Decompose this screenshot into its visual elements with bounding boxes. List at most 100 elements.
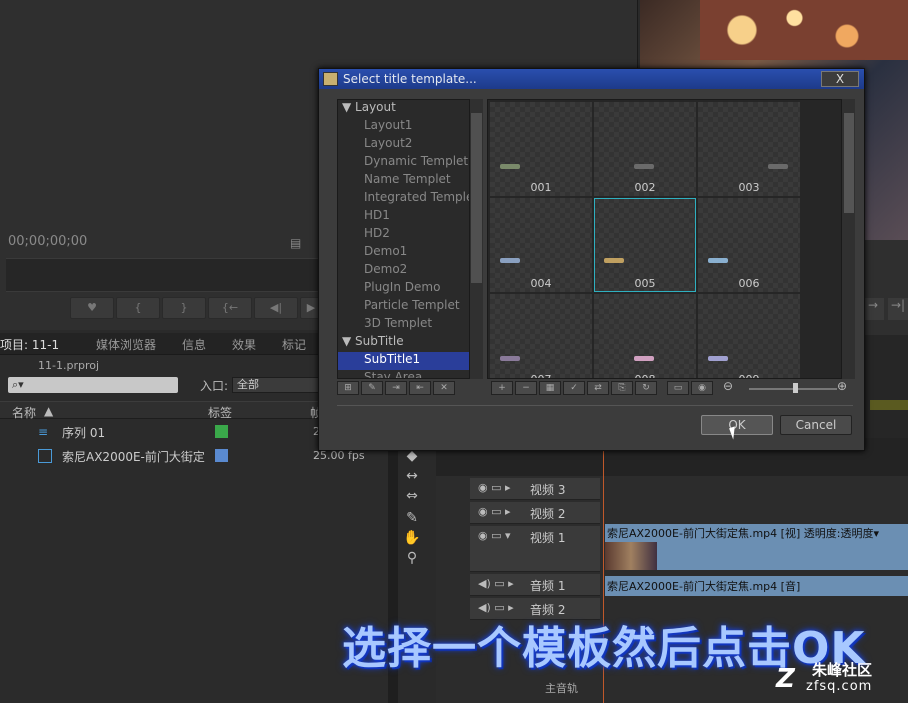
remove-template-button[interactable]: − <box>515 381 537 395</box>
in-select[interactable]: 全部 <box>232 377 322 393</box>
track-label: 视频 3 <box>530 483 566 497</box>
template-thumbnail[interactable]: 004 <box>490 198 592 292</box>
add-template-button[interactable]: + <box>491 381 513 395</box>
tab-markers[interactable]: 标记 <box>282 336 306 353</box>
move-template-button[interactable]: ⇄ <box>587 381 609 395</box>
slip-tool-icon[interactable]: ↔ <box>402 468 422 486</box>
close-button[interactable]: X <box>821 71 859 87</box>
tree-item[interactable]: Layout1 <box>338 118 472 136</box>
tree-item-selected[interactable]: SubTitle1 <box>338 352 472 370</box>
tab-info[interactable]: 信息 <box>182 336 206 353</box>
rename-button[interactable]: ✎ <box>361 381 383 395</box>
go-to-out-button[interactable]: →| <box>888 298 908 320</box>
select-title-template-dialog: Select title template... X ▼ Layout Layo… <box>318 68 865 451</box>
track-video-3[interactable]: ◉ ▭ ▸ 视频 3 <box>470 478 600 500</box>
tree-scrollbar[interactable] <box>469 99 483 379</box>
tree-item[interactable]: Integrated Templet <box>338 190 472 208</box>
step-back-button[interactable]: ◀| <box>254 297 298 319</box>
slide-tool-icon[interactable]: ⇔ <box>402 488 422 506</box>
tree-item[interactable]: Demo1 <box>338 244 472 262</box>
dialog-separator <box>337 405 853 406</box>
tab-media-browser[interactable]: 媒体浏览器 <box>96 336 156 353</box>
tab-effects[interactable]: 效果 <box>232 336 256 353</box>
template-thumbnail[interactable]: 002 <box>594 102 696 196</box>
master-track-label: 主音轨 <box>545 682 578 695</box>
template-thumbnail-selected[interactable]: 005 <box>594 198 696 292</box>
template-thumbnail[interactable]: 008 <box>594 294 696 378</box>
zoom-tool-icon[interactable]: ⚲ <box>402 550 422 568</box>
zoom-out-icon[interactable]: ⊖ <box>723 379 733 393</box>
sort-up-icon: ▲ <box>44 404 54 418</box>
template-thumbnail[interactable]: 009 <box>698 294 800 378</box>
speaker-icon[interactable]: ◀) ▭ ▸ <box>478 577 514 590</box>
tree-item[interactable]: Stay Area <box>338 370 472 378</box>
tree-item[interactable]: PlugIn Demo <box>338 280 472 298</box>
export-button[interactable]: ⇤ <box>409 381 431 395</box>
tree-item[interactable]: Layout2 <box>338 136 472 154</box>
delete-folder-button[interactable]: ✕ <box>433 381 455 395</box>
eye-icon[interactable]: ◉ ▭ ▸ <box>478 481 511 494</box>
pen-tool-icon[interactable]: ✎ <box>402 510 422 528</box>
track-video-1[interactable]: ◉ ▭ ▾ 视频 1 <box>470 526 600 572</box>
audio-clip[interactable]: 索尼AX2000E-前门大街定焦.mp4 [音] <box>605 576 908 596</box>
column-name[interactable]: 名称 <box>12 404 36 421</box>
program-timecode[interactable]: 00;00;00;00 <box>8 234 87 249</box>
go-to-in-button[interactable]: {← <box>208 297 252 319</box>
tab-project[interactable]: 项目: 11-1 <box>0 336 59 353</box>
track-label: 音频 1 <box>530 579 566 593</box>
search-icon: ⌕▾ <box>12 378 24 391</box>
template-thumbnail[interactable]: 003 <box>698 102 800 196</box>
refresh-template-button[interactable]: ↻ <box>635 381 657 395</box>
step-forward-button[interactable]: → <box>862 298 884 320</box>
track-label: 视频 2 <box>530 507 566 521</box>
cancel-button[interactable]: Cancel <box>780 415 852 435</box>
tree-item[interactable]: Particle Templet <box>338 298 472 316</box>
tree-item[interactable]: HD2 <box>338 226 472 244</box>
row-name: 索尼AX2000E-前门大街定 <box>62 450 205 464</box>
dialog-title: Select title template... <box>343 72 477 86</box>
dialog-titlebar[interactable]: Select title template... X <box>319 69 864 89</box>
tree-item[interactable]: Dynamic Templet <box>338 154 472 172</box>
template-thumbnail[interactable]: 001 <box>490 102 592 196</box>
preview-button[interactable]: ▭ <box>667 381 689 395</box>
add-marker-button[interactable]: ♥ <box>70 297 114 319</box>
mark-in-button[interactable]: { <box>116 297 160 319</box>
snapshot-button[interactable]: ◉ <box>691 381 713 395</box>
grid-scrollbar[interactable] <box>841 99 855 379</box>
work-area-bar[interactable] <box>870 400 908 410</box>
watermark-url: zfsq.com <box>806 679 873 694</box>
tree-item[interactable]: 3D Templet <box>338 316 472 334</box>
tree-item[interactable]: HD1 <box>338 208 472 226</box>
tree-folder-layout[interactable]: ▼ Layout <box>338 100 472 118</box>
column-label[interactable]: 标签 <box>208 404 232 421</box>
hand-tool-icon[interactable]: ✋ <box>402 530 422 548</box>
template-thumbnail[interactable]: 006 <box>698 198 800 292</box>
zoom-in-icon[interactable]: ⊕ <box>837 379 847 393</box>
template-grid: 001 002 003 004 005 006 007 008 009 <box>487 99 842 379</box>
track-audio-1[interactable]: ◀) ▭ ▸ 音频 1 <box>470 574 600 596</box>
copy-template-button[interactable]: ⎘ <box>611 381 633 395</box>
settings-icon[interactable]: ▤ <box>290 236 301 250</box>
eye-icon[interactable]: ◉ ▭ ▸ <box>478 505 511 518</box>
tree-folder-subtitle[interactable]: ▼ SubTitle <box>338 334 472 352</box>
in-label: 入口: <box>200 379 229 393</box>
import-button[interactable]: ⇥ <box>385 381 407 395</box>
search-input[interactable]: ⌕▾ <box>8 377 178 393</box>
video-clip[interactable]: 索尼AX2000E-前门大街定焦.mp4 [视] 透明度:透明度▾ <box>605 524 908 570</box>
video-clip-title: 索尼AX2000E-前门大街定焦.mp4 [视] 透明度:透明度▾ <box>607 527 879 540</box>
sequence-icon: ≡ <box>38 425 49 439</box>
zoom-slider-thumb[interactable] <box>793 383 798 393</box>
edit-template-button[interactable]: ▦ <box>539 381 561 395</box>
row-name: 序列 01 <box>62 426 106 440</box>
track-video-2[interactable]: ◉ ▭ ▸ 视频 2 <box>470 502 600 524</box>
tree-item[interactable]: Name Templet <box>338 172 472 190</box>
audio-clip-title: 索尼AX2000E-前门大街定焦.mp4 [音] <box>607 580 801 593</box>
new-folder-button[interactable]: ⊞ <box>337 381 359 395</box>
confirm-template-button[interactable]: ✓ <box>563 381 585 395</box>
mark-out-button[interactable]: } <box>162 297 206 319</box>
eye-icon[interactable]: ◉ ▭ ▾ <box>478 529 511 542</box>
template-thumbnail[interactable]: 007 <box>490 294 592 378</box>
tree-item[interactable]: Demo2 <box>338 262 472 280</box>
track-label: 视频 1 <box>530 531 566 545</box>
tools-panel: ◆ ↔ ⇔ ✎ ✋ ⚲ <box>398 440 428 640</box>
